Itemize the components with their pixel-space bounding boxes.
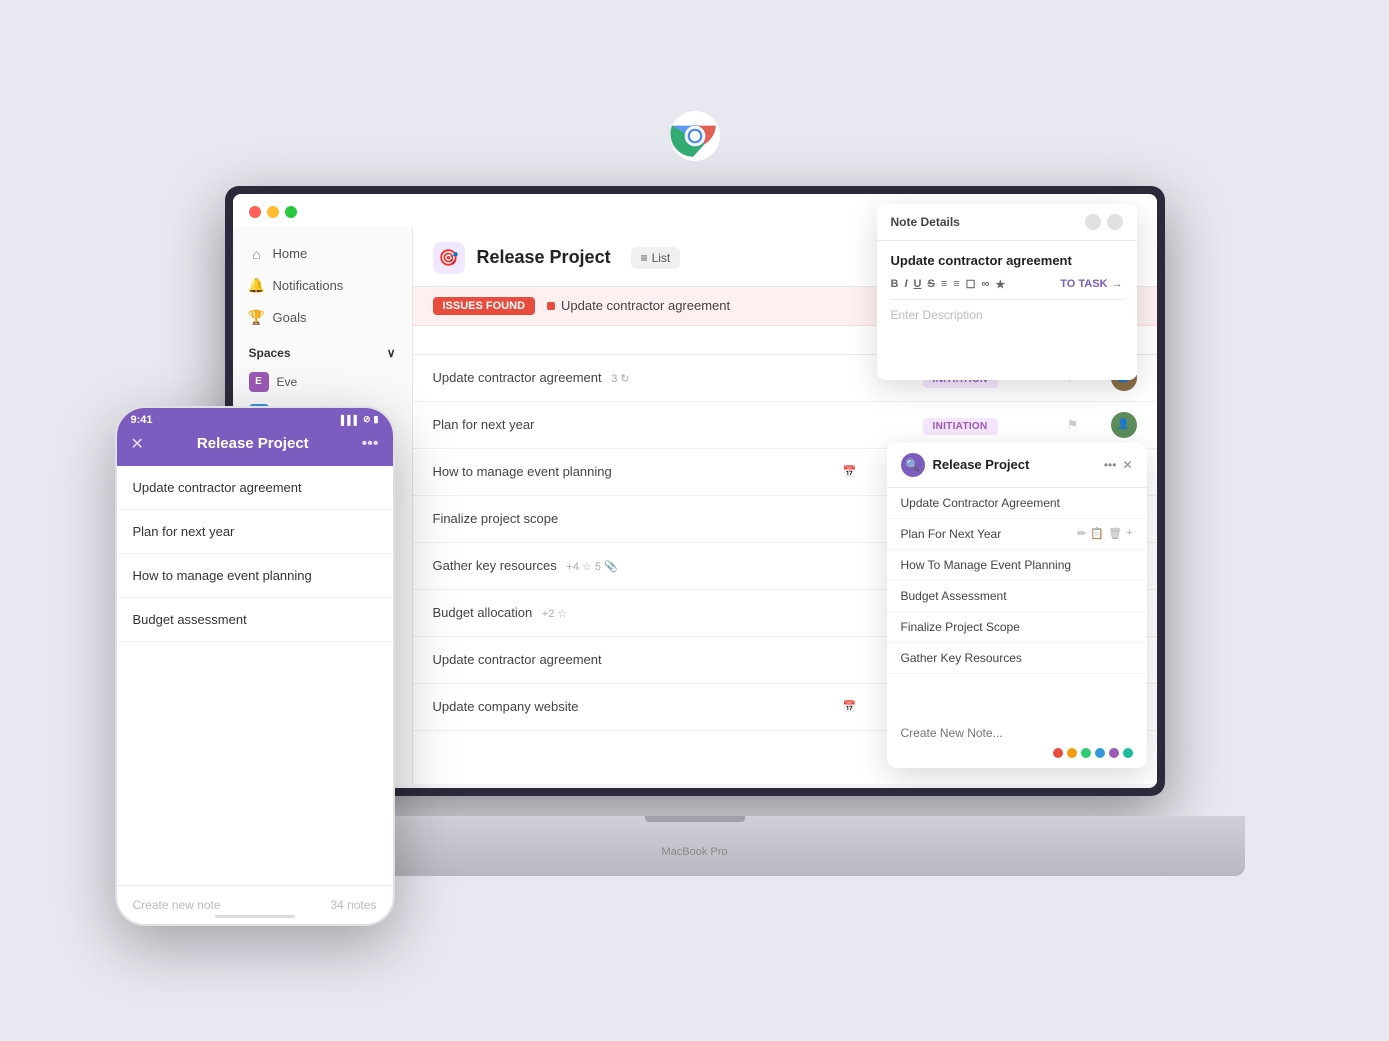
list-item[interactable]: How To Manage Event Planning [887,550,1147,581]
strikethrough-button[interactable]: S [927,278,934,290]
phone-header: ✕ Release Project ••• [117,426,393,466]
sidebar-item-goals[interactable]: 🏆 Goals [233,302,412,334]
close-panel-button[interactable]: ✕ [1122,458,1132,472]
bold-button[interactable]: B [891,278,899,290]
phone-project-title: Release Project [197,435,309,452]
view-tabs: ≡ List [631,247,681,269]
search-icon[interactable]: 🔍 [901,453,925,477]
bullet-list-button[interactable]: ≡ [941,278,947,290]
phone-note-list: Update contractor agreement Plan for nex… [117,466,393,642]
release-notes-panel: 🔍 Release Project ••• ✕ Update Contracto… [887,443,1147,768]
underline-button[interactable]: U [914,278,922,290]
phone-handle [215,915,295,918]
list-item[interactable]: Plan for next year [117,510,393,554]
color-dot-blue[interactable] [1095,748,1105,758]
macbook-notch [645,816,745,822]
list-item[interactable]: How to manage event planning [117,554,393,598]
color-dot-orange[interactable] [1067,748,1077,758]
note-details-popup: Note Details Update contractor agreement… [877,204,1137,380]
link-button[interactable]: ∞ [982,278,990,290]
color-dot-teal[interactable] [1123,748,1133,758]
list-icon: ≡ [641,251,648,265]
popup-header: Note Details [877,204,1137,241]
release-panel-header: 🔍 Release Project ••• ✕ [887,443,1147,488]
numbered-list-button[interactable]: ≡ [953,278,959,290]
color-dot-purple[interactable] [1109,748,1119,758]
release-panel-actions: ••• ✕ [1104,458,1133,472]
star-button[interactable]: ★ [995,278,1005,291]
chevron-down-icon: ∨ [387,346,396,360]
mobile-phone: 9:41 ▌▌▌ ⊘ ▮ ✕ Release Project ••• Updat… [115,406,395,926]
chrome-icon [670,111,720,161]
release-panel-footer [887,714,1147,768]
page-title: Release Project [477,247,611,268]
phone-create-note-label[interactable]: Create new note [133,898,221,912]
list-item[interactable]: Plan For Next Year ✏ 📋 🗑 + [887,519,1147,550]
issue-dot [547,302,555,310]
more-options-button[interactable]: ••• [1104,458,1117,472]
copy-note-button[interactable]: 📋 [1090,527,1104,540]
maximize-button[interactable] [285,206,297,218]
table-row[interactable]: Plan for next year INITIATION ⚑ 👤 [413,402,1157,449]
note-item-actions: ✏ 📋 🗑 + [1077,527,1132,540]
phone-time: 9:41 [131,414,153,426]
minimize-button[interactable] [267,206,279,218]
color-dot-red[interactable] [1053,748,1063,758]
italic-button[interactable]: I [904,278,907,290]
to-task-button[interactable]: TO TASK → [1060,278,1122,290]
stage-badge: INITIATION [923,418,998,435]
popup-body: Update contractor agreement B I U S ≡ ≡ … [877,241,1137,380]
project-icon: 🎯 [433,242,465,274]
list-item[interactable]: Gather Key Resources [887,643,1147,674]
popup-controls [1085,214,1123,230]
edit-note-button[interactable]: ✏ [1077,527,1086,540]
space-item-eve[interactable]: E Eve [233,366,412,398]
issues-badge: ISSUES FOUND [433,297,536,315]
home-icon: ⌂ [249,246,265,262]
color-dot-green[interactable] [1081,748,1091,758]
phone-footer: Create new note 34 notes [117,885,393,924]
phone-status-icons: ▌▌▌ ⊘ ▮ [341,414,379,425]
sidebar-item-notifications[interactable]: 🔔 Notifications [233,270,412,302]
popup-note-title: Update contractor agreement [891,253,1123,268]
avatar: 👤 [1111,412,1137,438]
trophy-icon: 🏆 [249,310,265,326]
add-note-button[interactable]: + [1126,527,1132,540]
phone-status-bar: 9:41 ▌▌▌ ⊘ ▮ [117,408,393,426]
arrow-icon: → [1112,278,1123,290]
list-item[interactable]: Update contractor agreement [117,466,393,510]
checkbox-button[interactable]: ☐ [966,278,976,291]
note-description[interactable]: Enter Description [891,308,1123,368]
delete-note-button[interactable]: 🗑 [1108,527,1122,540]
list-item[interactable]: Update Contractor Agreement [887,488,1147,519]
issue-item[interactable]: Update contractor agreement [547,298,730,313]
list-item[interactable]: Finalize Project Scope [887,612,1147,643]
list-item[interactable]: Budget Assessment [887,581,1147,612]
color-selector [901,748,1133,758]
release-panel-title: Release Project [933,457,1096,472]
phone-more-button[interactable]: ••• [362,435,379,453]
wifi-icon: ⊘ [363,414,371,425]
popup-close-btn[interactable] [1107,214,1123,230]
phone-notes-count: 34 notes [330,898,376,912]
phone-close-button[interactable]: ✕ [131,434,144,454]
popup-toolbar: B I U S ≡ ≡ ☐ ∞ ★ TO TASK → [891,278,1123,300]
sidebar-item-home[interactable]: ⌂ Home [233,238,412,270]
list-item[interactable]: Budget assessment [117,598,393,642]
close-button[interactable] [249,206,261,218]
popup-minimize-btn[interactable] [1085,214,1101,230]
battery-icon: ▮ [374,414,379,425]
space-badge: E [249,372,269,392]
signal-icon: ▌▌▌ [341,415,360,425]
create-note-input[interactable] [901,726,1133,740]
spaces-label: Spaces [249,346,291,360]
bell-icon: 🔔 [249,278,265,294]
tab-list[interactable]: ≡ List [631,247,681,269]
